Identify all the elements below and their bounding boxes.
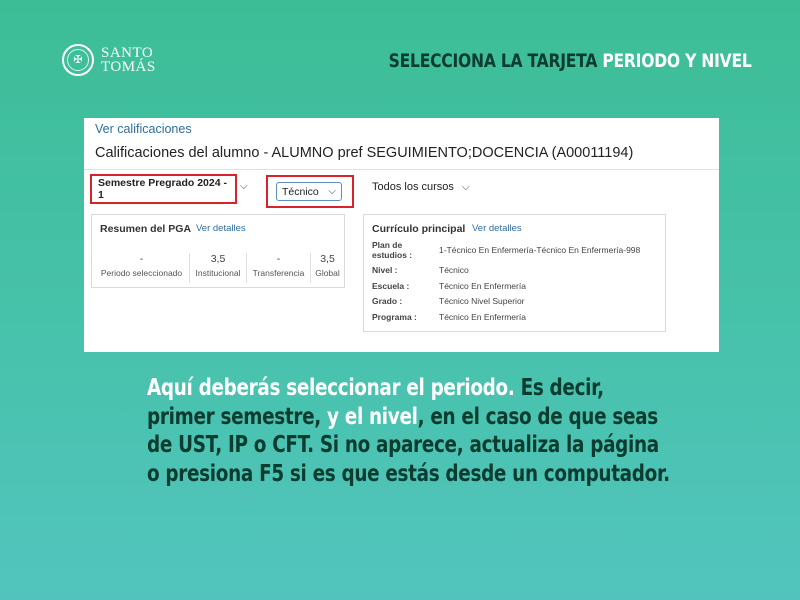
stat-value: 3,5 bbox=[210, 253, 226, 265]
stat-global: 3,5 Global bbox=[311, 253, 344, 283]
courses-select-value: Todos los cursos bbox=[372, 181, 454, 193]
breadcrumb-ver-calificaciones[interactable]: Ver calificaciones bbox=[95, 122, 192, 136]
curriculum-value: Técnico bbox=[439, 265, 469, 275]
curriculum-value: Técnico Nivel Superior bbox=[439, 296, 525, 306]
curriculum-key: Nivel : bbox=[372, 265, 398, 275]
chevron-down-icon[interactable]: ⌵ bbox=[240, 181, 248, 192]
headline-light: PERIODO Y NIVEL bbox=[602, 50, 752, 72]
logo-line-2: TOMÁS bbox=[101, 59, 156, 75]
curriculum-row: Nivel : Técnico bbox=[372, 265, 640, 276]
divider bbox=[84, 169, 719, 170]
santo-tomas-logo: ✠ SANTO TOMÁS bbox=[62, 44, 156, 76]
pga-details-link[interactable]: Ver detalles bbox=[196, 223, 246, 234]
curriculum-row: Programa : Técnico En Enfermería bbox=[372, 311, 640, 323]
pga-stats: - Periodo seleccionado 3,5 Institucional… bbox=[94, 253, 344, 283]
curriculum-rows: Plan de estudios : 1-Técnico En Enfermer… bbox=[372, 240, 641, 328]
level-select-highlight: Técnico ⌵ bbox=[266, 175, 354, 208]
curriculum-value: Técnico En Enfermería bbox=[439, 311, 526, 322]
headline: SELECCIONA LA TARJETA PERIODO Y NIVEL bbox=[389, 50, 752, 72]
stat-periodo: - Periodo seleccionado bbox=[94, 253, 190, 283]
curriculum-details-link[interactable]: Ver detalles bbox=[472, 223, 522, 234]
chevron-down-icon: ⌵ bbox=[461, 181, 470, 193]
period-select[interactable]: Semestre Pregrado 2024 - 1 bbox=[90, 174, 237, 204]
curriculum-title: Currículo principal bbox=[372, 223, 466, 235]
courses-select[interactable]: Todos los cursos ⌵ bbox=[372, 181, 470, 193]
seal-icon: ✠ bbox=[62, 44, 94, 76]
curriculum-value: 1-Técnico En Enfermería-Técnico En Enfer… bbox=[439, 245, 641, 255]
stat-value: 3,5 bbox=[320, 253, 335, 265]
curriculum-row: Grado : Técnico Nivel Superior bbox=[372, 296, 640, 307]
chevron-down-icon: ⌵ bbox=[328, 186, 336, 197]
instructions-part-3: y el nivel bbox=[320, 403, 418, 430]
stat-transferencia: - Transferencia bbox=[247, 253, 311, 283]
headline-dark: SELECCIONA LA TARJETA bbox=[389, 50, 598, 72]
curriculum-key: Programa : bbox=[372, 311, 417, 322]
curriculum-value: Técnico En Enfermería bbox=[439, 280, 526, 291]
pga-summary-card: Resumen del PGA Ver detalles - Periodo s… bbox=[91, 214, 345, 288]
stat-value: - bbox=[276, 253, 281, 265]
level-select-value: Técnico bbox=[282, 185, 319, 198]
curriculum-key: Plan de estudios : bbox=[372, 240, 413, 260]
instructions-part-1: Aquí deberás seleccionar el periodo. bbox=[147, 375, 515, 401]
stat-value: - bbox=[139, 253, 144, 265]
level-select[interactable]: Técnico ⌵ bbox=[276, 182, 342, 201]
stat-institucional: 3,5 Institucional bbox=[190, 253, 247, 283]
curriculum-key: Escuela : bbox=[372, 280, 410, 291]
stat-label: Global bbox=[315, 268, 340, 278]
curriculum-card: Currículo principal Ver detalles Plan de… bbox=[363, 214, 666, 332]
stat-label: Periodo seleccionado bbox=[100, 268, 183, 278]
curriculum-row: Plan de estudios : 1-Técnico En Enfermer… bbox=[372, 240, 641, 260]
instructions-text: Aquí deberás seleccionar el periodo. Es … bbox=[147, 374, 675, 488]
logo-line-1: SANTO bbox=[101, 45, 154, 61]
curriculum-row: Escuela : Técnico En Enfermería bbox=[372, 280, 640, 292]
grades-screenshot-panel: Ver calificaciones Calificaciones del al… bbox=[84, 118, 719, 352]
pga-title: Resumen del PGA bbox=[100, 223, 192, 235]
stat-label: Transferencia bbox=[252, 268, 305, 278]
period-select-value: Semestre Pregrado 2024 - 1 bbox=[98, 177, 227, 201]
page-title: Calificaciones del alumno - ALUMNO pref … bbox=[95, 145, 634, 161]
stat-label: Institucional bbox=[195, 268, 241, 278]
curriculum-key: Grado : bbox=[372, 296, 403, 306]
